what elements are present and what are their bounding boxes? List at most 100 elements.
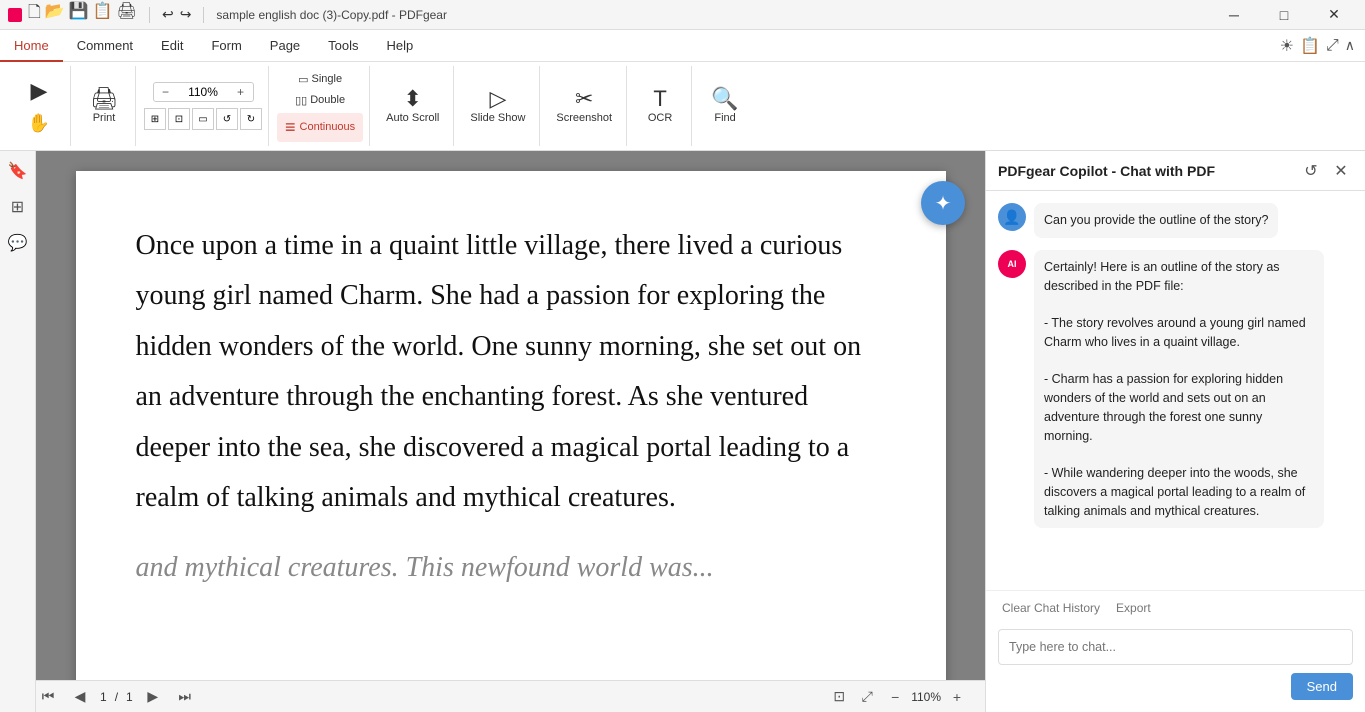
autoscroll-btn[interactable]: ⬍ Auto Scroll [378,84,447,128]
pdf-content: Once upon a time in a quaint little vill… [136,221,886,523]
pdf-page: Once upon a time in a quaint little vill… [76,171,946,680]
autoscroll-icon: ⬍ [404,88,422,110]
zoom-control: − + [153,82,254,102]
last-page-btn[interactable]: ⏭ [173,685,197,709]
clear-chat-btn[interactable]: Clear Chat History [998,599,1104,617]
page-total: 1 [126,690,133,704]
clipboard-btn[interactable]: 📋 [1300,36,1320,56]
undo-btn[interactable]: ↩ [162,6,174,23]
chat-input-area: Send [986,621,1365,712]
bot-bubble: Certainly! Here is an outline of the sto… [1034,250,1324,529]
zoom-minus-btn[interactable]: − [158,85,174,99]
bottom-zoom-in-btn[interactable]: + [945,685,969,709]
single-view-btn[interactable]: ▭ Single [293,71,347,88]
rotate-ccw-btn[interactable]: ↺ [216,108,238,130]
theme-toggle-btn[interactable]: ☀ [1280,36,1294,56]
expand-btn[interactable]: ⤢ [1326,37,1339,55]
export-btn[interactable]: Export [1112,599,1155,617]
chat-close-btn[interactable]: ✕ [1329,159,1353,183]
zoom-plus-btn[interactable]: + [233,85,249,99]
rotate-cw-btn[interactable]: ↻ [240,108,262,130]
ribbon-tab-spacer [427,30,1269,61]
user-bubble: Can you provide the outline of the story… [1034,203,1278,238]
bottom-bar: ⏮ ◀ 1 / 1 ▶ ⏭ ⊡ ⤢ − 110% + [36,680,985,712]
ribbon: Home Comment Edit Form Page Tools Help ☀… [0,30,1365,151]
ribbon-tabs: Home Comment Edit Form Page Tools Help ☀… [0,30,1365,62]
chat-panel: PDFgear Copilot - Chat with PDF ↺ ✕ 👤 Ca… [985,151,1365,712]
close-btn[interactable]: ✕ [1311,0,1357,30]
title-bar-left: 🗋 📂 💾 📋 🖨 ↩ ↪ sample english doc (3)-Cop… [8,1,447,28]
continuous-view-btn[interactable]: ≡ Continuous [277,113,363,142]
tab-comment[interactable]: Comment [63,31,147,62]
bottom-zoom-out-btn[interactable]: − [883,685,907,709]
slideshow-group: ▷ Slide Show [456,66,540,146]
minimize-btn[interactable]: ─ [1211,0,1257,30]
page-separator: / [115,690,118,704]
maximize-btn[interactable]: □ [1261,0,1307,30]
chat-footer-actions: Clear Chat History Export [986,590,1365,621]
open-btn[interactable]: 📂 [45,1,65,28]
pointer-tool-btn[interactable]: ▶ [14,76,64,106]
window-controls: ─ □ ✕ [1211,0,1357,30]
tab-edit[interactable]: Edit [147,31,197,62]
ai-chat-float-btn[interactable]: ✦ [921,181,965,225]
tab-form[interactable]: Form [197,31,255,62]
print-title-btn[interactable]: 🖨 [117,1,137,28]
page-info: 1 [100,690,107,704]
find-btn[interactable]: 🔍 Find [700,84,750,128]
save-as-btn[interactable]: 📋 [93,1,113,28]
separator [149,7,150,23]
chat-title: PDFgear Copilot - Chat with PDF [998,163,1215,179]
title-bar-file-buttons: 🗋 📂 💾 📋 🖨 [28,1,137,28]
chat-refresh-btn[interactable]: ↺ [1299,159,1323,183]
next-page-btn[interactable]: ▶ [141,685,165,709]
ocr-btn[interactable]: T OCR [635,84,685,128]
chat-input[interactable] [998,629,1353,665]
bot-message-text: Certainly! Here is an outline of the sto… [1044,260,1306,518]
print-btn[interactable]: 🖨 Print [79,84,129,128]
fit-height-btn[interactable]: ▭ [192,108,214,130]
hand-icon: ✋ [28,114,50,132]
view-mode-group: ▭ Single ▯▯ Double ≡ Continuous [271,66,370,146]
ocr-icon: T [653,88,666,110]
sidebar-comment-btn[interactable]: 💬 [6,231,30,255]
autoscroll-group: ⬍ Auto Scroll [372,66,454,146]
bottom-zoom-controls: ⊡ ⤢ − 110% + [827,685,969,709]
screenshot-btn[interactable]: ✂ Screenshot [548,84,620,128]
new-btn[interactable]: 🗋 [28,1,41,28]
prev-page-btn[interactable]: ◀ [68,685,92,709]
tab-help[interactable]: Help [373,31,428,62]
chat-message-bot: AI Certainly! Here is an outline of the … [998,250,1353,529]
find-icon: 🔍 [711,88,738,110]
print-group: 🖨 Print [73,66,136,146]
double-view-icon: ▯▯ [295,94,307,107]
tab-page[interactable]: Page [256,31,314,62]
tab-tools[interactable]: Tools [314,31,372,62]
continuous-view-icon: ≡ [285,117,296,138]
bottom-fullscreen-btn[interactable]: ⤢ [855,685,879,709]
page-format-icons: ⊞ ⊡ ▭ ↺ ↻ [144,108,262,130]
fit-width-btn[interactable]: ⊡ [168,108,190,130]
left-sidebar: 🔖 ⊞ 💬 [0,151,36,712]
separator2 [203,7,204,23]
slideshow-btn[interactable]: ▷ Slide Show [462,84,533,128]
app-icon [8,8,22,22]
first-page-btn[interactable]: ⏮ [36,685,60,709]
bottom-fit-btn[interactable]: ⊡ [827,685,851,709]
zoom-group: − + ⊞ ⊡ ▭ ↺ ↻ [138,66,269,146]
zoom-input[interactable] [176,85,231,99]
bot-avatar-label: AI [1008,259,1017,269]
sidebar-bookmark-btn[interactable]: 🔖 [6,159,30,183]
hand-tool-btn[interactable]: ✋ [14,110,64,136]
chat-send-btn[interactable]: Send [1291,673,1353,700]
double-view-btn[interactable]: ▯▯ Double [290,92,350,109]
pdf-content-extra: and mythical creatures. This newfound wo… [136,543,886,593]
sidebar-thumbnail-btn[interactable]: ⊞ [6,195,30,219]
save-btn[interactable]: 💾 [69,1,89,28]
tab-home[interactable]: Home [0,31,63,62]
fit-page-btn[interactable]: ⊞ [144,108,166,130]
chat-header: PDFgear Copilot - Chat with PDF ↺ ✕ [986,151,1365,191]
pdf-scroll[interactable]: Once upon a time in a quaint little vill… [36,151,985,680]
redo-btn[interactable]: ↪ [180,6,192,23]
ribbon-collapse-btn[interactable]: ∧ [1345,37,1355,54]
